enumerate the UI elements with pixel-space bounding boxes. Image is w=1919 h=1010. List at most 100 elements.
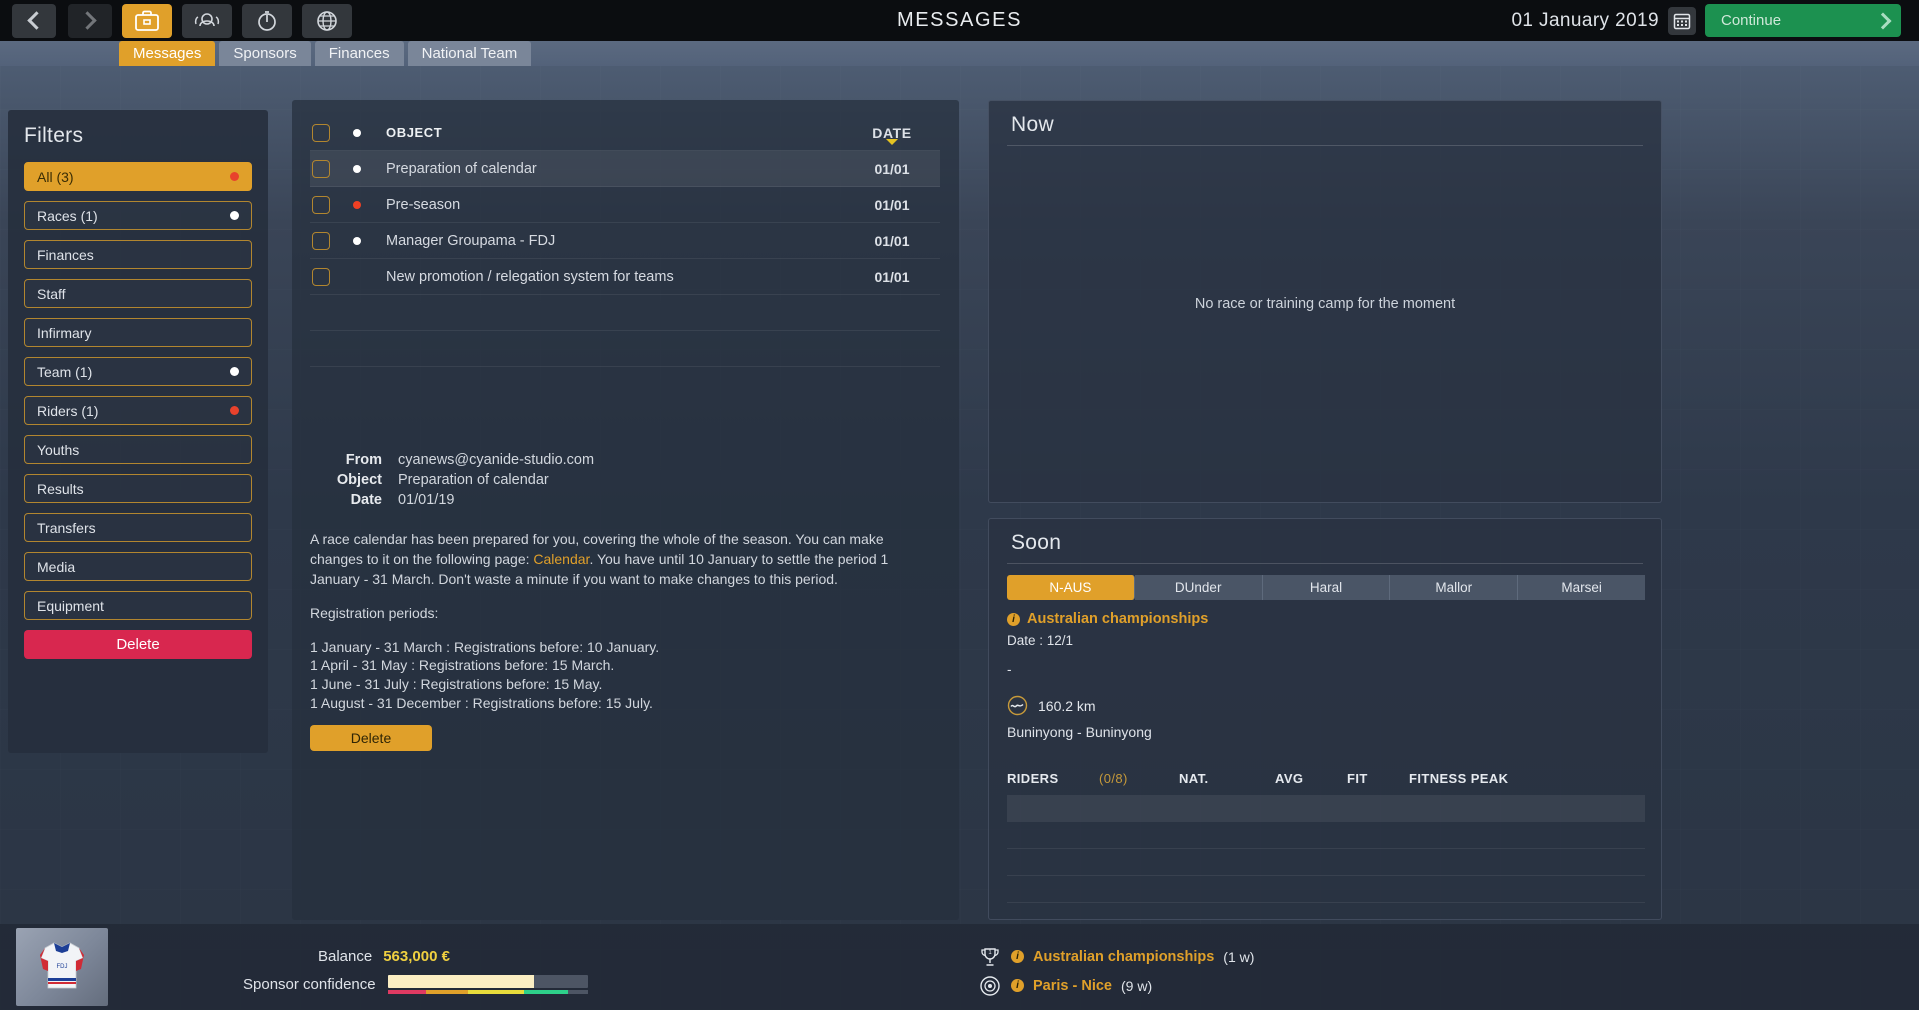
sort-descending-icon xyxy=(886,139,898,145)
flat-profile-icon xyxy=(1007,695,1028,716)
race-distance-row: 160.2 km xyxy=(1007,695,1267,716)
event-name: Australian championships xyxy=(1033,949,1214,965)
filters-delete-button[interactable]: Delete xyxy=(24,630,252,659)
module-world-button[interactable] xyxy=(302,4,352,38)
riders-table-header: RIDERS (0/8) NAT. AVG FIT FITNESS PEAK xyxy=(1007,765,1645,791)
filter-item-transfers[interactable]: Transfers xyxy=(24,513,252,542)
column-header-fitness-peak[interactable]: FITNESS PEAK xyxy=(1409,771,1645,786)
confidence-track xyxy=(388,975,588,988)
row-checkbox[interactable] xyxy=(312,196,330,214)
tab-list: Messages Sponsors Finances National Team xyxy=(119,41,531,66)
race-tab-marsei[interactable]: Marsei xyxy=(1518,575,1645,600)
column-header-fit[interactable]: FIT xyxy=(1347,771,1409,786)
filter-item-equipment[interactable]: Equipment xyxy=(24,591,252,620)
filter-item-races[interactable]: Races (1) xyxy=(24,201,252,230)
module-riders-button[interactable] xyxy=(182,4,232,38)
chevron-right-icon xyxy=(1875,12,1892,29)
list-item: 1 January - 31 March : Registrations bef… xyxy=(310,638,940,657)
race-name-row[interactable]: i Australian championships xyxy=(1007,611,1267,627)
filter-unread-dot xyxy=(230,211,239,220)
table-row[interactable]: Preparation of calendar 01/01 xyxy=(310,151,940,187)
race-tab-label: Mallor xyxy=(1435,580,1472,595)
info-icon: i xyxy=(1011,950,1024,963)
event-row-paris-nice[interactable]: i Paris - Nice (9 w) xyxy=(978,971,1254,1000)
filter-unread-dot xyxy=(230,406,239,415)
column-header-date[interactable]: DATE xyxy=(844,125,940,141)
nav-forward-button[interactable] xyxy=(68,4,112,38)
calendar-link[interactable]: Calendar xyxy=(533,551,589,567)
table-row[interactable]: Pre-season 01/01 xyxy=(310,187,940,223)
race-name: Australian championships xyxy=(1027,611,1208,627)
chevron-left-icon xyxy=(27,11,45,29)
list-item: 1 August - 31 December : Registrations b… xyxy=(310,694,940,713)
tab-sponsors[interactable]: Sponsors xyxy=(219,41,310,66)
row-object: New promotion / relegation system for te… xyxy=(386,269,844,285)
row-object: Preparation of calendar xyxy=(386,161,844,177)
riders-table-body xyxy=(1007,795,1645,903)
tab-messages[interactable]: Messages xyxy=(119,41,215,66)
filter-item-media[interactable]: Media xyxy=(24,552,252,581)
stopwatch-icon xyxy=(255,9,279,33)
message-table: OBJECT DATE Preparation of calendar 01/0… xyxy=(310,115,940,367)
list-item: 1 June - 31 July : Registrations before:… xyxy=(310,675,940,694)
upcoming-events: 1 i Australian championships (1 w) i Par… xyxy=(978,942,1254,1000)
row-date: 01/01 xyxy=(844,161,940,177)
object-value: Preparation of calendar xyxy=(398,472,940,488)
filter-label: Transfers xyxy=(37,520,96,536)
filter-item-results[interactable]: Results xyxy=(24,474,252,503)
filter-item-all[interactable]: All (3) xyxy=(24,162,252,191)
nav-back-button[interactable] xyxy=(12,4,56,38)
filter-label: Team (1) xyxy=(37,364,92,380)
table-row[interactable]: Manager Groupama - FDJ 01/01 xyxy=(310,223,940,259)
race-tab-haral[interactable]: Haral xyxy=(1263,575,1391,600)
row-status-dot xyxy=(353,165,367,173)
sponsor-confidence-label: Sponsor confidence xyxy=(243,976,376,993)
race-tab-label: DUnder xyxy=(1175,580,1222,595)
filter-label: Equipment xyxy=(37,598,104,614)
filter-item-riders[interactable]: Riders (1) xyxy=(24,396,252,425)
now-empty-text: No race or training camp for the moment xyxy=(989,296,1661,312)
status-dot-column xyxy=(353,129,367,137)
race-tab-dunder[interactable]: DUnder xyxy=(1135,575,1263,600)
continue-label: Continue xyxy=(1721,12,1781,29)
calendar-button[interactable] xyxy=(1668,7,1696,35)
object-label: Object xyxy=(310,472,398,488)
select-all-checkbox[interactable] xyxy=(312,124,330,142)
svg-text:FDJ: FDJ xyxy=(57,964,68,970)
event-row-australian-championships[interactable]: 1 i Australian championships (1 w) xyxy=(978,942,1254,971)
calendar-icon xyxy=(1673,12,1691,30)
column-header-object[interactable]: OBJECT xyxy=(386,125,844,140)
row-checkbox[interactable] xyxy=(312,268,330,286)
race-tab-mallor[interactable]: Mallor xyxy=(1390,575,1518,600)
team-jersey[interactable]: FDJ xyxy=(16,928,108,1006)
filter-label: Riders (1) xyxy=(37,403,98,419)
row-checkbox[interactable] xyxy=(312,232,330,250)
table-row[interactable]: New promotion / relegation system for te… xyxy=(310,259,940,295)
top-bar: MESSAGES 01 January 2019 Continue xyxy=(0,0,1919,41)
sponsor-confidence-bar[interactable] xyxy=(388,975,588,994)
tab-finances[interactable]: Finances xyxy=(315,41,404,66)
message-delete-button[interactable]: Delete xyxy=(310,725,432,751)
filter-item-finances[interactable]: Finances xyxy=(24,240,252,269)
date-value: 01/01/19 xyxy=(398,492,940,508)
race-subtitle: - xyxy=(1007,662,1267,677)
event-name: Paris - Nice xyxy=(1033,978,1112,994)
column-header-nat[interactable]: NAT. xyxy=(1179,771,1275,786)
module-management-button[interactable] xyxy=(122,4,172,38)
filter-item-staff[interactable]: Staff xyxy=(24,279,252,308)
balance-value: 563,000 € xyxy=(383,948,450,965)
race-info: i Australian championships Date : 12/1 -… xyxy=(1007,611,1267,740)
race-tab-n-aus[interactable]: N-AUS xyxy=(1007,575,1135,600)
date-area: 01 January 2019 Continue xyxy=(1511,4,1919,37)
module-races-button[interactable] xyxy=(242,4,292,38)
message-table-header: OBJECT DATE xyxy=(310,115,940,151)
filter-item-team[interactable]: Team (1) xyxy=(24,357,252,386)
column-header-avg[interactable]: AVG xyxy=(1275,771,1347,786)
filter-item-youths[interactable]: Youths xyxy=(24,435,252,464)
globe-icon xyxy=(315,9,339,33)
continue-button[interactable]: Continue xyxy=(1705,4,1901,37)
row-checkbox[interactable] xyxy=(312,160,330,178)
filter-item-infirmary[interactable]: Infirmary xyxy=(24,318,252,347)
scale-segment-max xyxy=(568,990,588,994)
tab-national-team[interactable]: National Team xyxy=(408,41,532,66)
